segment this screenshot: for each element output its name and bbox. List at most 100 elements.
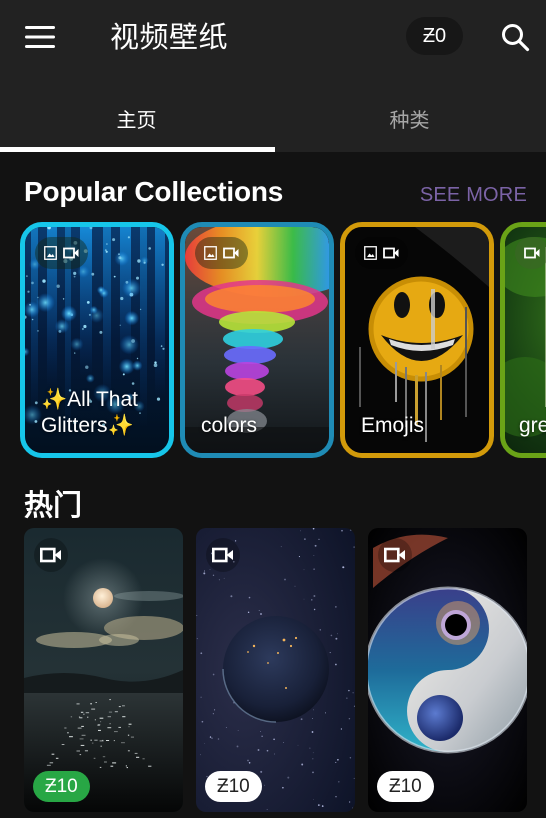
star bbox=[260, 770, 263, 773]
star bbox=[258, 609, 260, 611]
app-title: 视频壁纸 bbox=[110, 20, 229, 54]
price-badge[interactable]: Ƶ10 bbox=[33, 771, 90, 802]
glitter-sparkle bbox=[120, 296, 124, 301]
star bbox=[260, 613, 262, 615]
price-badge[interactable]: Ƶ10 bbox=[205, 771, 262, 802]
collection-label: ✨All That Glitters✨ bbox=[41, 388, 138, 437]
video-camera-icon bbox=[384, 547, 405, 563]
star bbox=[312, 752, 314, 754]
glitter-sparkle bbox=[54, 319, 70, 334]
star bbox=[273, 738, 275, 741]
collection-card-all-that-glitters[interactable]: ✨All That Glitters✨ bbox=[20, 222, 174, 458]
glitter-sparkle bbox=[114, 251, 130, 266]
water-sparkle bbox=[128, 723, 132, 725]
glitter-sparkle bbox=[85, 374, 95, 383]
water-sparkle bbox=[118, 726, 121, 728]
star bbox=[196, 615, 198, 616]
star bbox=[313, 709, 314, 711]
wallpaper-card-moonlit-sea[interactable]: Ƶ10 bbox=[24, 528, 183, 812]
star bbox=[218, 579, 220, 581]
star bbox=[309, 747, 311, 749]
see-more-link[interactable]: SEE MORE bbox=[420, 184, 527, 207]
star bbox=[274, 753, 275, 755]
glitter-sparkle bbox=[31, 281, 34, 285]
search-button[interactable] bbox=[496, 18, 534, 56]
water-sparkle bbox=[148, 765, 152, 767]
water-sparkle bbox=[98, 729, 101, 731]
menu-button[interactable] bbox=[22, 20, 58, 54]
star bbox=[312, 758, 314, 760]
image-icon bbox=[204, 246, 217, 260]
water-sparkle bbox=[76, 750, 80, 752]
glitter-sparkle bbox=[56, 284, 60, 288]
star bbox=[342, 566, 345, 569]
water-sparkle bbox=[113, 740, 115, 742]
star bbox=[225, 727, 227, 728]
star bbox=[266, 749, 269, 752]
star bbox=[312, 771, 314, 774]
water-sparkle bbox=[81, 725, 84, 727]
glitter-sparkle bbox=[148, 247, 151, 250]
water-sparkle bbox=[102, 739, 104, 741]
glitter-sparkle bbox=[143, 261, 146, 264]
star bbox=[209, 736, 212, 738]
water-sparkle bbox=[108, 711, 113, 713]
star bbox=[311, 718, 313, 720]
star bbox=[330, 634, 333, 637]
star bbox=[349, 757, 352, 759]
collection-card-emojis[interactable]: Emojis bbox=[340, 222, 494, 458]
tab-home[interactable]: 主页 bbox=[0, 88, 273, 152]
star bbox=[261, 735, 263, 738]
glitter-sparkle bbox=[27, 290, 30, 293]
collection-card-colors[interactable]: colors bbox=[180, 222, 334, 458]
star bbox=[284, 578, 286, 581]
star bbox=[313, 798, 314, 800]
star bbox=[298, 556, 300, 558]
star bbox=[234, 540, 237, 542]
video-camera-icon bbox=[212, 547, 233, 563]
wallpaper-card-earth-night[interactable]: Ƶ10 bbox=[196, 528, 355, 812]
image-icon bbox=[44, 246, 57, 260]
water-sparkle bbox=[61, 744, 65, 745]
glitter-sparkle bbox=[131, 339, 135, 343]
water-sparkle bbox=[142, 758, 145, 760]
collection-card-green[interactable]: green bbox=[500, 222, 546, 458]
wallpaper-card-cosmic-yin-yang[interactable]: Ƶ10 bbox=[368, 528, 527, 812]
water-sparkle bbox=[99, 717, 104, 719]
water-sparkle bbox=[112, 762, 117, 764]
star bbox=[196, 638, 198, 640]
media-type-badge bbox=[515, 237, 546, 269]
star bbox=[314, 544, 317, 547]
glitter-sparkle bbox=[118, 256, 122, 260]
water-sparkle bbox=[106, 740, 110, 741]
star bbox=[300, 718, 303, 721]
water-sparkle bbox=[94, 719, 96, 721]
water-sparkle bbox=[70, 716, 73, 718]
star bbox=[325, 712, 326, 714]
glitter-sparkle bbox=[83, 324, 87, 329]
video-badge bbox=[378, 538, 412, 572]
water-sparkle bbox=[91, 742, 94, 744]
star bbox=[264, 784, 266, 786]
star bbox=[335, 637, 338, 640]
collections-carousel[interactable]: ✨All That Glitters✨ colors Emojis gr bbox=[20, 222, 546, 460]
star bbox=[303, 598, 305, 600]
price-badge[interactable]: Ƶ10 bbox=[377, 771, 434, 802]
star bbox=[266, 809, 268, 810]
glitter-sparkle bbox=[34, 401, 38, 405]
glitter-sparkle bbox=[81, 327, 84, 331]
glitter-sparkle bbox=[160, 345, 163, 347]
popular-collections-title: Popular Collections bbox=[24, 176, 284, 207]
hot-section-title: 热门 bbox=[24, 488, 83, 522]
star bbox=[337, 633, 338, 635]
water-sparkle bbox=[121, 742, 125, 744]
tab-categories[interactable]: 种类 bbox=[273, 88, 546, 152]
water-sparkle bbox=[87, 716, 89, 718]
water-sparkle bbox=[134, 752, 138, 754]
star bbox=[209, 569, 211, 570]
star bbox=[341, 529, 343, 532]
star bbox=[212, 574, 215, 576]
star bbox=[260, 731, 262, 732]
coin-balance-button[interactable]: Ƶ0 bbox=[406, 17, 463, 55]
star bbox=[304, 538, 306, 540]
